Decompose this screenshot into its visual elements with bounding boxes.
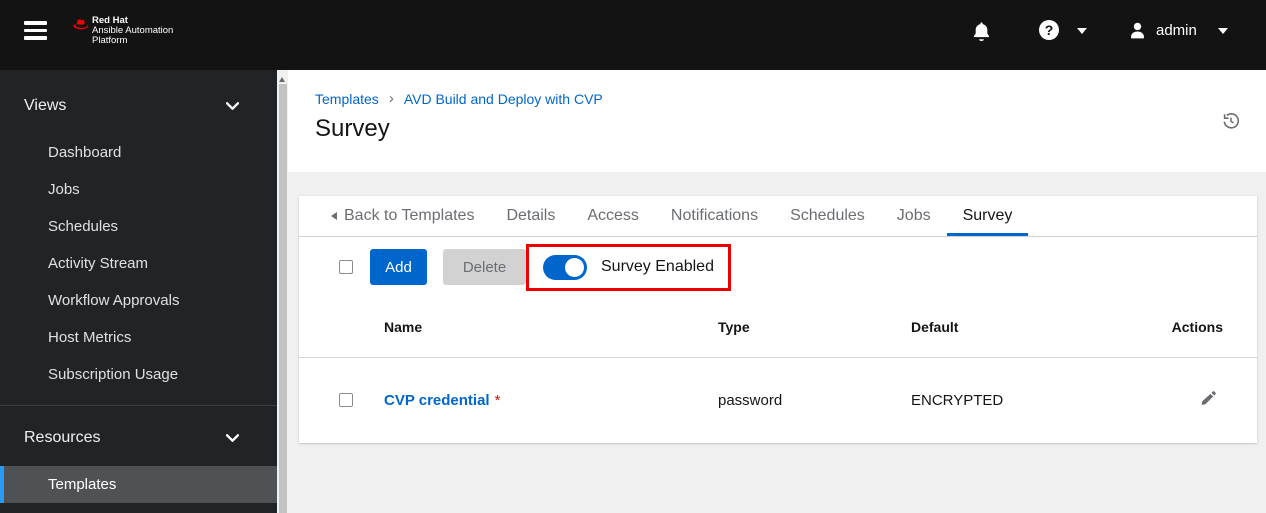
annotation-highlight-box: Survey Enabled xyxy=(526,243,731,291)
tab-details[interactable]: Details xyxy=(490,196,571,236)
edit-question-button[interactable] xyxy=(1200,390,1217,407)
column-header-default: Default xyxy=(894,297,1149,358)
breadcrumb-templates-link[interactable]: Templates xyxy=(315,91,379,107)
breadcrumb: Templates › AVD Build and Deploy with CV… xyxy=(315,90,1266,107)
sidebar-item-subscription-usage[interactable]: Subscription Usage xyxy=(0,356,277,393)
nav-toggle-hamburger-icon[interactable] xyxy=(24,21,47,40)
notifications-button[interactable] xyxy=(972,21,992,43)
column-header-actions: Actions xyxy=(1149,297,1257,358)
required-asterisk: * xyxy=(494,391,501,409)
caret-down-icon xyxy=(1077,28,1087,34)
caret-down-icon xyxy=(1218,28,1228,34)
cell-default: ENCRYPTED xyxy=(911,391,1004,409)
column-header-name: Name xyxy=(367,297,701,358)
cell-type: password xyxy=(718,391,783,409)
sidebar-section-resources[interactable]: Resources xyxy=(0,419,277,456)
tab-schedules[interactable]: Schedules xyxy=(774,196,881,236)
survey-toolbar: Add Delete Survey Enabled xyxy=(299,237,1257,297)
survey-enabled-toggle[interactable] xyxy=(543,254,587,280)
tab-label: Back to Templates xyxy=(344,207,475,224)
sidebar-item-dashboard[interactable]: Dashboard xyxy=(0,134,277,171)
page-header: Templates › AVD Build and Deploy with CV… xyxy=(288,70,1266,172)
tab-back-to-templates[interactable]: Back to Templates xyxy=(315,196,490,236)
help-menu-button[interactable]: ? xyxy=(1039,20,1091,44)
sidebar-section-label: Views xyxy=(24,96,67,114)
pencil-icon xyxy=(1201,390,1216,405)
page-title: Survey xyxy=(315,115,390,142)
sidebar-item-host-metrics[interactable]: Host Metrics xyxy=(0,319,277,356)
tab-bar: Back to Templates Details Access Notific… xyxy=(299,196,1257,237)
history-clock-icon xyxy=(1223,113,1240,129)
delete-button[interactable]: Delete xyxy=(443,249,526,285)
cell-name: CVP credential * xyxy=(367,357,701,443)
toggle-knob xyxy=(565,257,584,277)
tab-notifications[interactable]: Notifications xyxy=(655,196,774,236)
survey-questions-table: Name Type Default Actions CVP credential… xyxy=(299,297,1257,443)
breadcrumb-separator-icon: › xyxy=(388,90,394,107)
question-name-link[interactable]: CVP credential xyxy=(384,392,490,409)
user-menu-button[interactable]: admin xyxy=(1128,19,1236,43)
select-all-checkbox[interactable] xyxy=(339,260,353,274)
row-checkbox[interactable] xyxy=(339,393,353,408)
header-checkbox-spacer xyxy=(299,297,367,358)
survey-enabled-label: Survey Enabled xyxy=(601,258,714,275)
sidebar-nav: Views Dashboard Jobs Schedules Activity … xyxy=(0,70,277,513)
history-button[interactable] xyxy=(1222,112,1240,130)
bell-icon xyxy=(973,22,990,42)
sidebar-item-templates[interactable]: Templates xyxy=(0,466,277,503)
question-circle-icon: ? xyxy=(1039,20,1059,40)
sidebar-item-activity-stream[interactable]: Activity Stream xyxy=(0,245,277,282)
breadcrumb-template-name-link[interactable]: AVD Build and Deploy with CVP xyxy=(404,91,603,107)
redhat-fedora-icon xyxy=(73,19,89,30)
username-label: admin xyxy=(1156,22,1197,39)
tab-jobs[interactable]: Jobs xyxy=(881,196,947,236)
sidebar-divider xyxy=(0,405,277,406)
table-header-row: Name Type Default Actions xyxy=(299,297,1257,358)
add-button[interactable]: Add xyxy=(370,249,427,285)
chevron-down-icon xyxy=(226,433,239,442)
sidebar-item-workflow-approvals[interactable]: Workflow Approvals xyxy=(0,282,277,319)
vertical-scrollbar[interactable] xyxy=(277,70,288,513)
column-header-type: Type xyxy=(701,297,894,358)
sidebar-section-label: Resources xyxy=(24,428,101,446)
caret-left-icon xyxy=(331,212,337,220)
chevron-down-icon xyxy=(226,101,239,110)
sidebar-item-schedules[interactable]: Schedules xyxy=(0,208,277,245)
redhat-logo: Red Hat Ansible Automation Platform xyxy=(72,16,262,56)
sidebar-section-views[interactable]: Views xyxy=(0,87,277,124)
user-icon xyxy=(1131,22,1144,39)
main-content: Templates › AVD Build and Deploy with CV… xyxy=(288,70,1266,513)
scrollbar-thumb[interactable] xyxy=(278,84,287,513)
tab-access[interactable]: Access xyxy=(571,196,655,236)
scrollbar-up-arrow[interactable] xyxy=(279,77,285,82)
table-row: CVP credential * password ENCRYPTED xyxy=(299,357,1257,443)
survey-card: Back to Templates Details Access Notific… xyxy=(299,196,1257,443)
masthead: Red Hat Ansible Automation Platform ? ad… xyxy=(0,0,1266,70)
sidebar-item-jobs[interactable]: Jobs xyxy=(0,171,277,208)
brand-line-3: Platform xyxy=(92,35,128,46)
tab-survey[interactable]: Survey xyxy=(947,196,1029,236)
